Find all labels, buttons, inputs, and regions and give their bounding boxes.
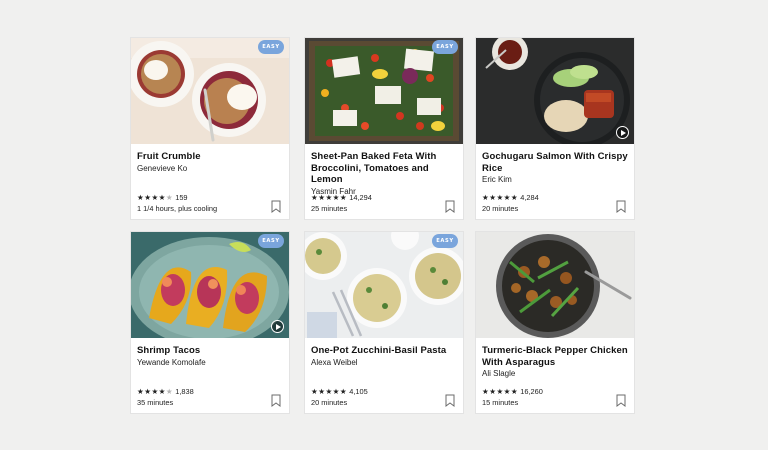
- star-rating-empty: ★: [165, 387, 174, 396]
- easy-badge: EASY: [432, 234, 458, 248]
- bookmark-icon[interactable]: [445, 394, 455, 407]
- recipe-grid: EASY Fruit Crumble Genevieve Ko ★★★★★ 15…: [0, 0, 768, 450]
- recipe-image[interactable]: EASY: [305, 38, 463, 144]
- star-rating: ★★★★★: [482, 193, 519, 202]
- cook-time: 25 minutes: [311, 204, 348, 213]
- recipe-rating: ★★★★★ 14,294: [311, 193, 372, 202]
- recipe-author[interactable]: Ali Slagle: [482, 369, 628, 379]
- recipe-title[interactable]: Turmeric-Black Pepper Chicken With Aspar…: [482, 345, 628, 368]
- recipe-card[interactable]: Gochugaru Salmon With Crispy Rice Eric K…: [476, 38, 634, 219]
- cook-time: 1 1/4 hours, plus cooling: [137, 204, 218, 213]
- recipe-card[interactable]: EASY One-Pot Zucchini-Basil Pasta Alexa …: [305, 232, 463, 413]
- bookmark-icon[interactable]: [445, 200, 455, 213]
- recipe-image[interactable]: [476, 232, 634, 338]
- star-rating: ★★★★★: [311, 387, 348, 396]
- cook-time: 35 minutes: [137, 398, 174, 407]
- rating-count: 4,105: [349, 387, 368, 396]
- rating-count: 16,260: [520, 387, 543, 396]
- easy-badge: EASY: [432, 40, 458, 54]
- star-rating-empty: ★: [165, 193, 174, 202]
- rating-count: 4,284: [520, 193, 539, 202]
- recipe-title[interactable]: One-Pot Zucchini-Basil Pasta: [311, 345, 457, 357]
- recipe-author[interactable]: Genevieve Ko: [137, 164, 283, 174]
- star-rating: ★★★★★: [311, 193, 348, 202]
- bookmark-icon[interactable]: [271, 394, 281, 407]
- cook-time: 20 minutes: [482, 204, 519, 213]
- recipe-rating: ★★★★★ 16,260: [482, 387, 543, 396]
- recipe-title[interactable]: Shrimp Tacos: [137, 345, 283, 357]
- recipe-image[interactable]: EASY: [131, 232, 289, 338]
- recipe-title[interactable]: Fruit Crumble: [137, 151, 283, 163]
- recipe-title[interactable]: Sheet-Pan Baked Feta With Broccolini, To…: [311, 151, 457, 186]
- play-icon[interactable]: [271, 320, 284, 333]
- rating-count: 159: [175, 193, 188, 202]
- recipe-title[interactable]: Gochugaru Salmon With Crispy Rice: [482, 151, 628, 174]
- cook-time: 20 minutes: [311, 398, 348, 407]
- recipe-image[interactable]: EASY: [131, 38, 289, 144]
- recipe-rating: ★★★★★ 4,284: [482, 193, 539, 202]
- rating-count: 14,294: [349, 193, 372, 202]
- star-rating: ★★★★★: [482, 387, 519, 396]
- recipe-image[interactable]: [476, 38, 634, 144]
- recipe-author[interactable]: Eric Kim: [482, 175, 628, 185]
- star-rating: ★★★★: [137, 387, 166, 396]
- recipe-image[interactable]: EASY: [305, 232, 463, 338]
- recipe-card[interactable]: EASY Fruit Crumble Genevieve Ko ★★★★★ 15…: [131, 38, 289, 219]
- easy-badge: EASY: [258, 234, 284, 248]
- recipe-card[interactable]: EASY Sheet-Pan Baked Feta With Broccolin…: [305, 38, 463, 219]
- recipe-rating: ★★★★★ 4,105: [311, 387, 368, 396]
- bookmark-icon[interactable]: [616, 394, 626, 407]
- bookmark-icon[interactable]: [271, 200, 281, 213]
- recipe-author[interactable]: Alexa Weibel: [311, 358, 457, 368]
- cook-time: 15 minutes: [482, 398, 519, 407]
- bookmark-icon[interactable]: [616, 200, 626, 213]
- recipe-card[interactable]: EASY Shrimp Tacos Yewande Komolafe ★★★★★…: [131, 232, 289, 413]
- rating-count: 1,838: [175, 387, 194, 396]
- recipe-author[interactable]: Yewande Komolafe: [137, 358, 283, 368]
- play-icon[interactable]: [616, 126, 629, 139]
- recipe-rating: ★★★★★ 159: [137, 193, 188, 202]
- recipe-card[interactable]: Turmeric-Black Pepper Chicken With Aspar…: [476, 232, 634, 413]
- recipe-rating: ★★★★★ 1,838: [137, 387, 194, 396]
- star-rating: ★★★★: [137, 193, 166, 202]
- easy-badge: EASY: [258, 40, 284, 54]
